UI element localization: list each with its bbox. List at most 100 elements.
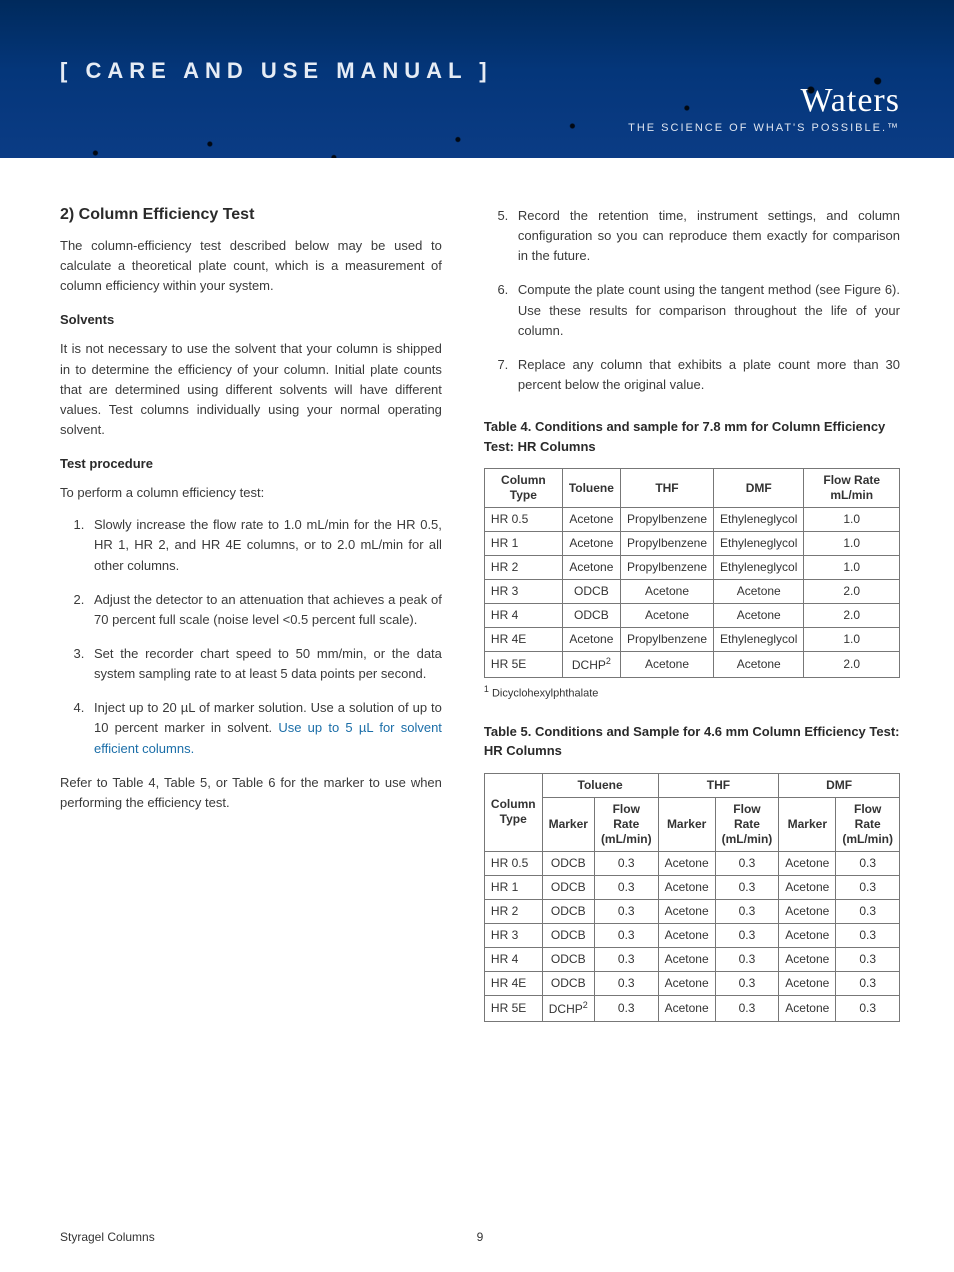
table-cell: 2.0 <box>804 604 900 628</box>
brand-name: Waters <box>628 82 900 120</box>
table-cell: 0.3 <box>715 947 779 971</box>
table-cell: 0.3 <box>715 875 779 899</box>
table4-title: Table 4. Conditions and sample for 7.8 m… <box>484 417 900 456</box>
table-cell: Acetone <box>779 947 836 971</box>
left-column: 2) Column Efficiency Test The column-eff… <box>60 206 442 1022</box>
after-steps-paragraph: Refer to Table 4, Table 5, or Table 6 fo… <box>60 773 442 813</box>
table-cell: ODCB <box>562 604 620 628</box>
table-cell: HR 2 <box>484 556 562 580</box>
table5-s3: Marker <box>658 797 715 851</box>
footnote-text: Dicyclohexylphthalate <box>492 688 598 700</box>
solvents-paragraph: It is not necessary to use the solvent t… <box>60 339 442 440</box>
table-row: HR 4EAcetonePropylbenzeneEthyleneglycol1… <box>484 628 899 652</box>
table-cell: Acetone <box>779 923 836 947</box>
table-cell: ODCB <box>542 923 594 947</box>
solvents-heading: Solvents <box>60 312 442 327</box>
table-cell: ODCB <box>542 947 594 971</box>
table-cell: 1.0 <box>804 508 900 532</box>
table-row: HR 5EDCHP20.3Acetone0.3Acetone0.3 <box>484 995 899 1021</box>
table-cell: HR 4 <box>484 604 562 628</box>
table5-h-columntype: Column Type <box>484 773 542 851</box>
table4: Column Type Toluene THF DMF Flow Rate mL… <box>484 468 900 678</box>
table-cell: Acetone <box>658 875 715 899</box>
table-cell: 0.3 <box>836 875 900 899</box>
table-cell: Ethyleneglycol <box>714 556 804 580</box>
table-row: HR 3ODCBAcetoneAcetone2.0 <box>484 580 899 604</box>
right-column: Record the retention time, instrument se… <box>484 206 900 1022</box>
page-banner: [ CARE AND USE MANUAL ] Waters THE SCIEN… <box>0 0 954 158</box>
table5-g2: DMF <box>779 773 900 797</box>
table-cell: 0.3 <box>594 971 658 995</box>
table-cell: 0.3 <box>715 995 779 1021</box>
table-cell: 1.0 <box>804 532 900 556</box>
table-cell: Acetone <box>779 899 836 923</box>
table5-s2: Flow Rate (mL/min) <box>594 797 658 851</box>
table-cell: 0.3 <box>594 947 658 971</box>
table-cell: Ethyleneglycol <box>714 532 804 556</box>
table-cell: DCHP2 <box>542 995 594 1021</box>
table-cell: Ethyleneglycol <box>714 508 804 532</box>
table5-s6: Flow Rate (mL/min) <box>836 797 900 851</box>
table-cell: Propylbenzene <box>620 508 713 532</box>
footnote-sup: 1 <box>484 684 489 694</box>
table-row: HR 2AcetonePropylbenzeneEthyleneglycol1.… <box>484 556 899 580</box>
table4-h3: DMF <box>714 469 804 508</box>
step-1: Slowly increase the flow rate to 1.0 mL/… <box>88 515 442 575</box>
table-cell: HR 5E <box>484 652 562 678</box>
table5-sub-head: Marker Flow Rate (mL/min) Marker Flow Ra… <box>484 797 899 851</box>
procedure-steps: Slowly increase the flow rate to 1.0 mL/… <box>60 515 442 758</box>
table-cell: Acetone <box>562 532 620 556</box>
table-row: HR 1ODCB0.3Acetone0.3Acetone0.3 <box>484 875 899 899</box>
table-cell: 0.3 <box>715 971 779 995</box>
table-cell: HR 0.5 <box>484 851 542 875</box>
table-cell: Acetone <box>562 556 620 580</box>
table5-s5: Marker <box>779 797 836 851</box>
table-cell: Acetone <box>658 923 715 947</box>
table4-h0: Column Type <box>484 469 562 508</box>
table-cell: Acetone <box>658 971 715 995</box>
table-cell: 0.3 <box>594 875 658 899</box>
table-cell: Acetone <box>779 971 836 995</box>
table-cell: 0.3 <box>836 971 900 995</box>
table-row: HR 2ODCB0.3Acetone0.3Acetone0.3 <box>484 899 899 923</box>
table-cell: 0.3 <box>594 995 658 1021</box>
table-cell: Ethyleneglycol <box>714 628 804 652</box>
table-cell: Propylbenzene <box>620 532 713 556</box>
intro-paragraph: The column-efficiency test described bel… <box>60 236 442 296</box>
banner-title: [ CARE AND USE MANUAL ] <box>60 58 493 84</box>
table-cell: Acetone <box>562 628 620 652</box>
table-row: HR 4EODCB0.3Acetone0.3Acetone0.3 <box>484 971 899 995</box>
table-cell: Acetone <box>779 875 836 899</box>
step-4: Inject up to 20 µL of marker solution. U… <box>88 698 442 758</box>
step-3: Set the recorder chart speed to 50 mm/mi… <box>88 644 442 684</box>
table-cell: Propylbenzene <box>620 628 713 652</box>
table-cell: Acetone <box>779 851 836 875</box>
table-cell: HR 4E <box>484 971 542 995</box>
table-cell: Acetone <box>562 508 620 532</box>
table-row: HR 4ODCBAcetoneAcetone2.0 <box>484 604 899 628</box>
table-cell: 2.0 <box>804 652 900 678</box>
table-cell: ODCB <box>542 899 594 923</box>
table-cell: 0.3 <box>836 923 900 947</box>
table-cell: Acetone <box>779 995 836 1021</box>
table-cell: Acetone <box>658 947 715 971</box>
table-cell: HR 4E <box>484 628 562 652</box>
table-cell: 0.3 <box>836 899 900 923</box>
table5-s4: Flow Rate (mL/min) <box>715 797 779 851</box>
table-cell: HR 1 <box>484 532 562 556</box>
table-cell: HR 3 <box>484 580 562 604</box>
table-cell: ODCB <box>542 851 594 875</box>
table-cell: 0.3 <box>594 923 658 947</box>
table-row: HR 0.5AcetonePropylbenzeneEthyleneglycol… <box>484 508 899 532</box>
table-cell: HR 5E <box>484 995 542 1021</box>
procedure-steps-continued: Record the retention time, instrument se… <box>484 206 900 395</box>
table-row: HR 1AcetonePropylbenzeneEthyleneglycol1.… <box>484 532 899 556</box>
page-footer: Styragel Columns 9 <box>60 1230 900 1244</box>
table-cell: 0.3 <box>836 851 900 875</box>
table-cell: HR 0.5 <box>484 508 562 532</box>
table-cell: 1.0 <box>804 556 900 580</box>
footer-page-number: 9 <box>60 1230 900 1244</box>
table5-group-head: Column Type Toluene THF DMF <box>484 773 899 797</box>
table4-h1: Toluene <box>562 469 620 508</box>
table-cell: Acetone <box>620 604 713 628</box>
